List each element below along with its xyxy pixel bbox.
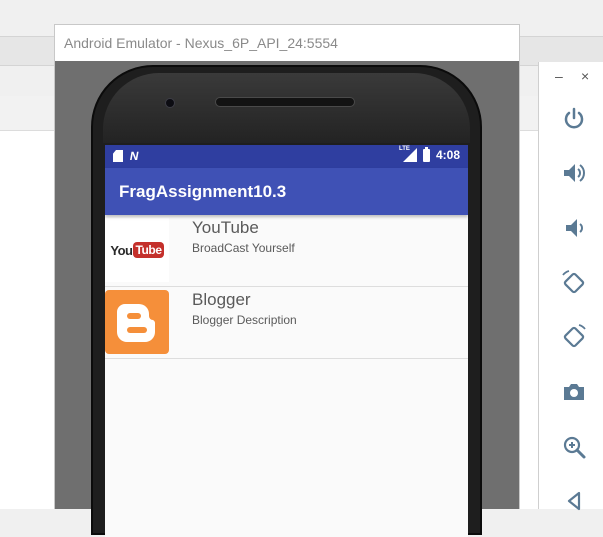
sd-card-icon <box>113 150 123 162</box>
volume-up-button[interactable] <box>557 156 591 190</box>
status-time: 4:08 <box>435 148 460 162</box>
app-title: FragAssignment10.3 <box>105 168 468 215</box>
back-button[interactable] <box>557 484 591 518</box>
minimize-button[interactable]: – <box>555 68 563 84</box>
list-item-youtube[interactable]: You Tube YouTube BroadCast Yourself <box>105 215 468 287</box>
youtube-logo-you: You <box>110 242 133 258</box>
rotate-right-icon <box>563 324 586 348</box>
youtube-logo: You Tube <box>105 218 169 282</box>
list-item-description: BroadCast Yourself <box>192 241 295 255</box>
power-icon <box>564 107 584 129</box>
list-item-title: YouTube <box>192 218 259 237</box>
blogger-logo <box>105 290 169 354</box>
phone-bezel <box>103 73 470 143</box>
status-bar: N LTE 4:08 <box>105 145 468 168</box>
phone-device: N LTE 4:08 FragAssignment10.3 You Tube Y… <box>91 65 482 537</box>
zoom-button[interactable] <box>557 430 591 464</box>
emulator-side-panel: – × <box>538 62 603 511</box>
item-list: You Tube YouTube BroadCast Yourself Blog… <box>105 215 468 359</box>
list-item-description: Blogger Description <box>192 313 297 327</box>
back-icon <box>567 491 581 511</box>
zoom-icon <box>563 436 586 459</box>
emulator-title[interactable]: Android Emulator - Nexus_6P_API_24:5554 <box>55 25 519 61</box>
list-item-blogger[interactable]: Blogger Blogger Description <box>105 287 468 359</box>
volume-up-icon <box>564 164 585 182</box>
volume-down-icon <box>566 219 583 237</box>
rotate-left-button[interactable] <box>557 266 591 300</box>
power-button[interactable] <box>557 102 591 136</box>
youtube-logo-tube: Tube <box>133 242 164 258</box>
battery-icon <box>422 146 430 162</box>
lte-label: LTE <box>398 146 410 152</box>
camera-icon <box>564 384 584 400</box>
rotate-left-icon <box>562 270 585 294</box>
earpiece-speaker <box>215 97 355 107</box>
emulator-window: Android Emulator - Nexus_6P_API_24:5554 … <box>54 24 520 537</box>
lte-signal-icon: LTE <box>398 146 417 162</box>
n-notification-icon: N <box>128 149 140 163</box>
volume-down-button[interactable] <box>557 211 591 245</box>
phone-screen: N LTE 4:08 FragAssignment10.3 You Tube Y… <box>105 145 468 537</box>
front-camera <box>165 98 175 108</box>
screenshot-button[interactable] <box>557 375 591 409</box>
close-button[interactable]: × <box>581 68 589 84</box>
rotate-right-button[interactable] <box>557 320 591 354</box>
list-item-title: Blogger <box>192 290 251 309</box>
